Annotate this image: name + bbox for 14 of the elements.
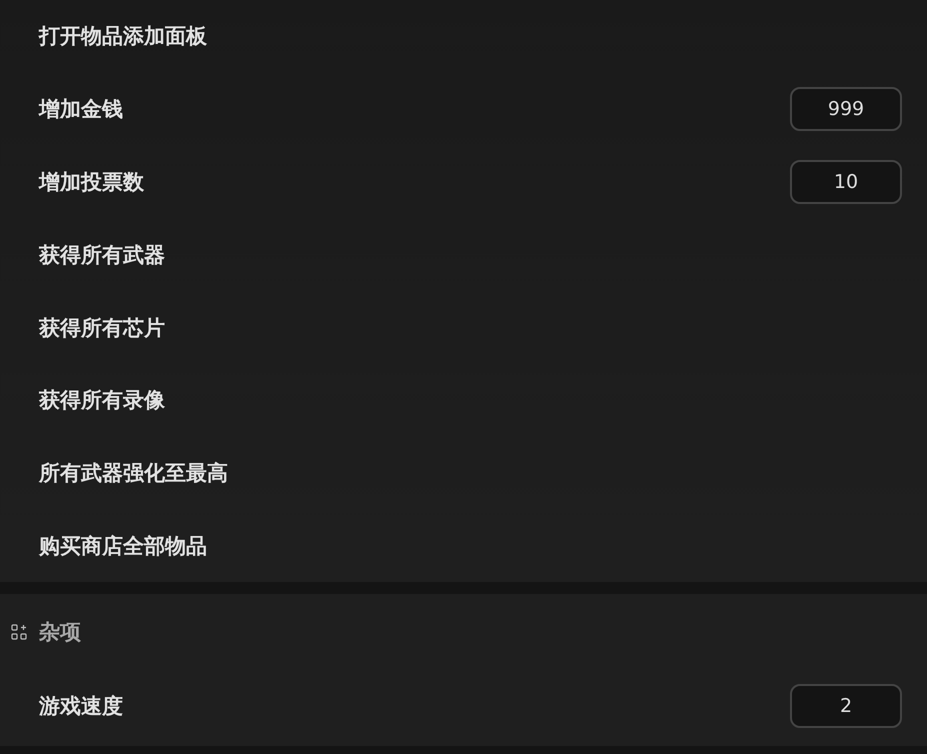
- option-label[interactable]: 获得所有录像: [39, 386, 165, 414]
- number-field[interactable]: 2: [790, 684, 902, 728]
- option-label: 增加金钱: [39, 96, 123, 124]
- option-label: 游戏速度: [39, 693, 123, 720]
- option-label[interactable]: 打开物品添加面板: [39, 22, 207, 50]
- apps-icon: [11, 624, 27, 640]
- number-field[interactable]: 999: [790, 87, 902, 132]
- option-label: 增加投票数: [39, 168, 144, 196]
- number-field[interactable]: 10: [790, 160, 902, 204]
- option-label[interactable]: 购买商店全部物品: [39, 532, 207, 560]
- option-label[interactable]: 所有武器强化至最高: [39, 459, 228, 488]
- option-label[interactable]: 获得所有武器: [39, 240, 165, 269]
- option-label[interactable]: 获得所有芯片: [39, 314, 165, 342]
- section-title: 杂项: [39, 619, 81, 646]
